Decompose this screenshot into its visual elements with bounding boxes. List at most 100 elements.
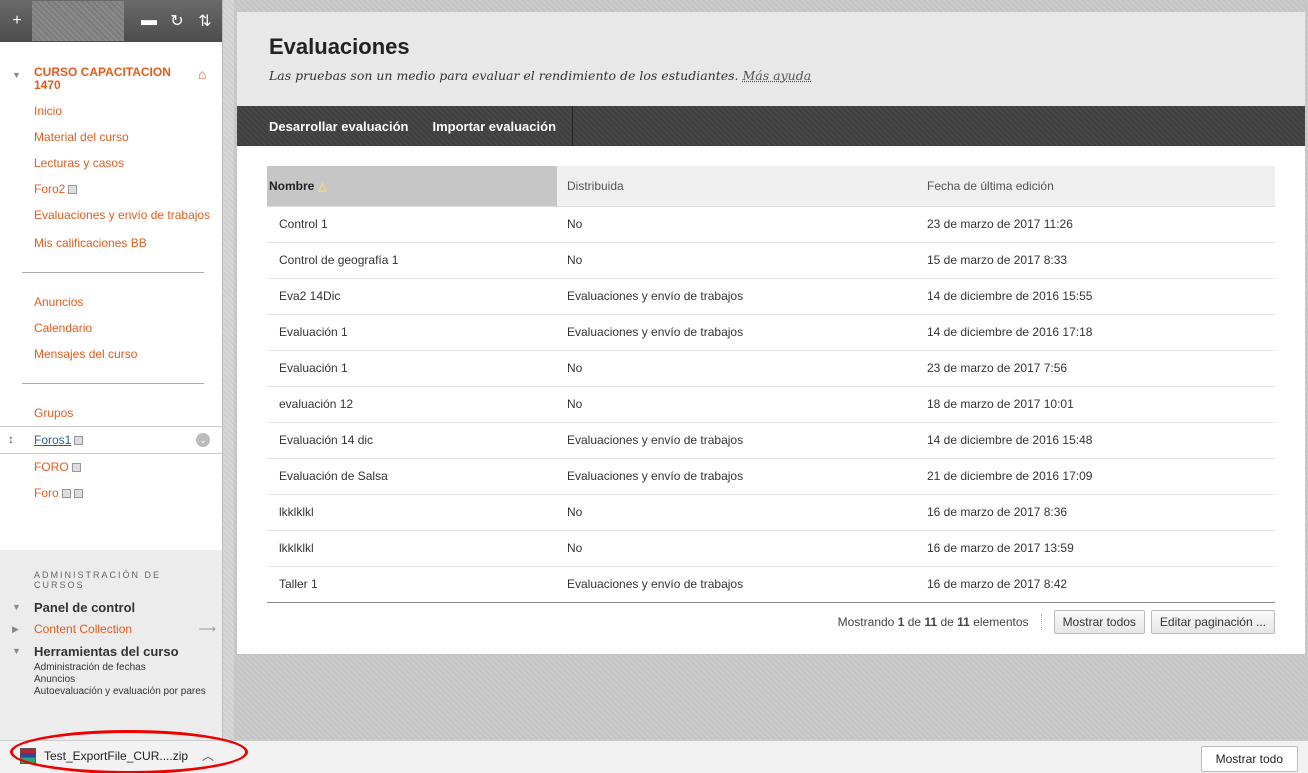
pagination-de2: de [940, 615, 954, 629]
import-test-button[interactable]: Importar evaluación [420, 106, 574, 146]
column-header-last-edited[interactable]: Fecha de última edición [917, 166, 1275, 207]
admin-title: ADMINISTRACIÓN DE CURSOS [34, 570, 162, 590]
test-date: 14 de diciembre de 2016 17:18 [917, 314, 1275, 351]
table-header-row: Nombre △ Distribuida Fecha de última edic… [267, 166, 1275, 207]
add-icon[interactable]: + [6, 10, 28, 32]
show-all-downloads-button[interactable]: Mostrar todo [1200, 746, 1298, 772]
menu-item-lecturas[interactable]: Lecturas y casos [34, 150, 222, 176]
test-name[interactable]: Evaluación 14 dic [267, 422, 557, 459]
menu-item-calendario[interactable]: Calendario [34, 315, 222, 341]
column-header-deployed[interactable]: Distribuida [557, 166, 917, 207]
hidden-tool-icon [68, 185, 78, 195]
menu-item-foro2-label: Foro2 [34, 182, 66, 196]
course-tools-label[interactable]: Herramientas del curso [34, 644, 179, 659]
test-deployed: No [557, 494, 917, 531]
page-subtitle-text: Las pruebas son un medio para evaluar el… [269, 68, 739, 83]
menu-item-foros1-link[interactable]: Foros1 [34, 433, 71, 447]
no-link-icon [61, 489, 71, 499]
pagination-to: 11 [924, 615, 938, 629]
test-date: 16 de marzo de 2017 8:42 [917, 566, 1275, 603]
menu-item-foro-label: Foro [34, 486, 59, 500]
table-row: Eva2 14Dic Evaluaciones y envío de trabaj… [267, 278, 1275, 315]
toolbar-blank-area [32, 1, 124, 41]
menu-item-calificaciones[interactable]: Mis calificaciones BB [34, 230, 222, 256]
page-title: Evaluaciones [269, 34, 410, 59]
menu-item-inicio[interactable]: Inicio [34, 98, 222, 124]
table-row: evaluación 12 No 18 de marzo de 2017 10:01 [267, 386, 1275, 423]
column-header-name[interactable]: Nombre △ [267, 166, 557, 207]
test-name[interactable]: lkklklkl [267, 494, 557, 531]
test-deployed: Evaluaciones y envío de trabajos [557, 458, 917, 495]
test-name[interactable]: Evaluación 1 [267, 350, 557, 387]
home-icon[interactable]: ⌂ [198, 66, 206, 82]
sort-ascending-icon: △ [318, 180, 327, 193]
collapse-triangle-icon[interactable]: ▼ [12, 602, 34, 612]
content-collection-label[interactable]: Content Collection [34, 622, 132, 636]
course-admin-panel: ADMINISTRACIÓN DE CURSOS ▼ Panel de cont… [0, 550, 222, 740]
menu-item-foro2[interactable]: Foro2 [34, 176, 222, 202]
sidebar-splitter[interactable] [222, 0, 234, 740]
collapse-triangle-icon[interactable]: ▼ [12, 70, 34, 80]
content-collection-row[interactable]: ▶ Content Collection ⟶ [0, 618, 222, 640]
edit-paging-button[interactable]: Editar paginación ... [1150, 610, 1275, 634]
drag-handle-icon[interactable]: ↕ [8, 432, 14, 446]
table-row: Control de geografía 1 No 15 de marzo de 2… [267, 242, 1275, 279]
options-chevron-icon[interactable]: ⌄ [196, 433, 210, 447]
test-name[interactable]: Control de geografía 1 [267, 242, 557, 279]
show-all-button[interactable]: Mostrar todos [1053, 610, 1145, 634]
test-name[interactable]: Control 1 [267, 206, 557, 243]
menu-item-evaluaciones[interactable]: Evaluaciones y envío de trabajos [34, 202, 222, 230]
test-deployed: Evaluaciones y envío de trabajos [557, 566, 917, 603]
download-bar: Test_ExportFile_CUR....zip ︿ Mostrar tod… [0, 740, 1308, 773]
menu-item-foro-upper[interactable]: FORO [34, 454, 222, 480]
test-date: 21 de diciembre de 2016 17:09 [917, 458, 1275, 495]
test-name[interactable]: evaluación 12 [267, 386, 557, 423]
help-link[interactable]: Más ayuda [743, 68, 812, 83]
sort-icon[interactable]: ⇅ [194, 10, 216, 32]
test-deployed: Evaluaciones y envío de trabajos [557, 314, 917, 351]
test-name[interactable]: lkklklkl [267, 530, 557, 567]
test-name[interactable]: Evaluación 1 [267, 314, 557, 351]
menu-item-foro[interactable]: Foro [34, 480, 222, 506]
test-name[interactable]: Eva2 14Dic [267, 278, 557, 315]
menu-item-material[interactable]: Material del curso [34, 124, 222, 150]
menu-item-mensajes[interactable]: Mensajes del curso [34, 341, 222, 367]
table-body: Control 1 No 23 de marzo de 2017 11:26 Con… [267, 206, 1275, 603]
pagination-separator [1040, 614, 1042, 630]
pagination-summary: Mostrando 1 de 11 de 11 elementos [838, 615, 1029, 629]
download-item[interactable]: Test_ExportFile_CUR....zip ︿ [20, 747, 214, 764]
course-title[interactable]: CURSO CAPACITACION 1470 [34, 66, 194, 92]
test-name[interactable]: Evaluación de Salsa [267, 458, 557, 495]
menu-item-foro-upper-label: FORO [34, 460, 69, 474]
table-row: Evaluación de Salsa Evaluaciones y envío … [267, 458, 1275, 495]
sidebar-toolbar: + ▬ ↻ ⇅ [0, 0, 222, 42]
test-date: 23 de marzo de 2017 11:26 [917, 206, 1275, 243]
develop-test-button[interactable]: Desarrollar evaluación [257, 106, 420, 146]
menu-item-anuncios[interactable]: Anuncios [34, 289, 222, 315]
table-row: lkklklkl No 16 de marzo de 2017 8:36 [267, 494, 1275, 531]
panel-control-label[interactable]: Panel de control [34, 600, 135, 615]
column-header-name-label: Nombre [269, 178, 315, 193]
test-name[interactable]: Taller 1 [267, 566, 557, 603]
refresh-icon[interactable]: ↻ [166, 10, 188, 32]
table-row: lkklklkl No 16 de marzo de 2017 13:59 [267, 530, 1275, 567]
course-sidebar: + ▬ ↻ ⇅ ▼ CURSO CAPACITACION 1470 ⌂ Inic… [0, 0, 222, 740]
menu-item-grupos[interactable]: Grupos [34, 400, 222, 426]
chevron-up-icon[interactable]: ︿ [202, 747, 214, 764]
tool-item-anuncios[interactable]: Anuncios [34, 674, 222, 686]
expand-triangle-icon[interactable]: ▶ [12, 624, 34, 635]
menu-item-foros1[interactable]: ↕ Foros1 ⌄ [0, 426, 222, 454]
course-tools-row[interactable]: ▼ Herramientas del curso [0, 640, 222, 662]
table-row: Control 1 No 23 de marzo de 2017 11:26 [267, 206, 1275, 243]
test-deployed: Evaluaciones y envío de trabajos [557, 422, 917, 459]
collapse-triangle-icon[interactable]: ▼ [12, 646, 34, 656]
panel-control-row[interactable]: ▼ Panel de control [0, 596, 222, 618]
tool-item-peer-assessment[interactable]: Autoevaluación y evaluación por pares [34, 686, 222, 698]
arrow-right-icon[interactable]: ⟶ [199, 622, 216, 636]
folder-icon[interactable]: ▬ [138, 10, 160, 32]
action-bar: Desarrollar evaluación Importar evaluaci… [237, 106, 1305, 146]
download-filename[interactable]: Test_ExportFile_CUR....zip [44, 749, 188, 763]
tool-item-dates[interactable]: Administración de fechas [34, 662, 222, 674]
test-date: 14 de diciembre de 2016 15:55 [917, 278, 1275, 315]
pagination-de1: de [907, 615, 922, 629]
